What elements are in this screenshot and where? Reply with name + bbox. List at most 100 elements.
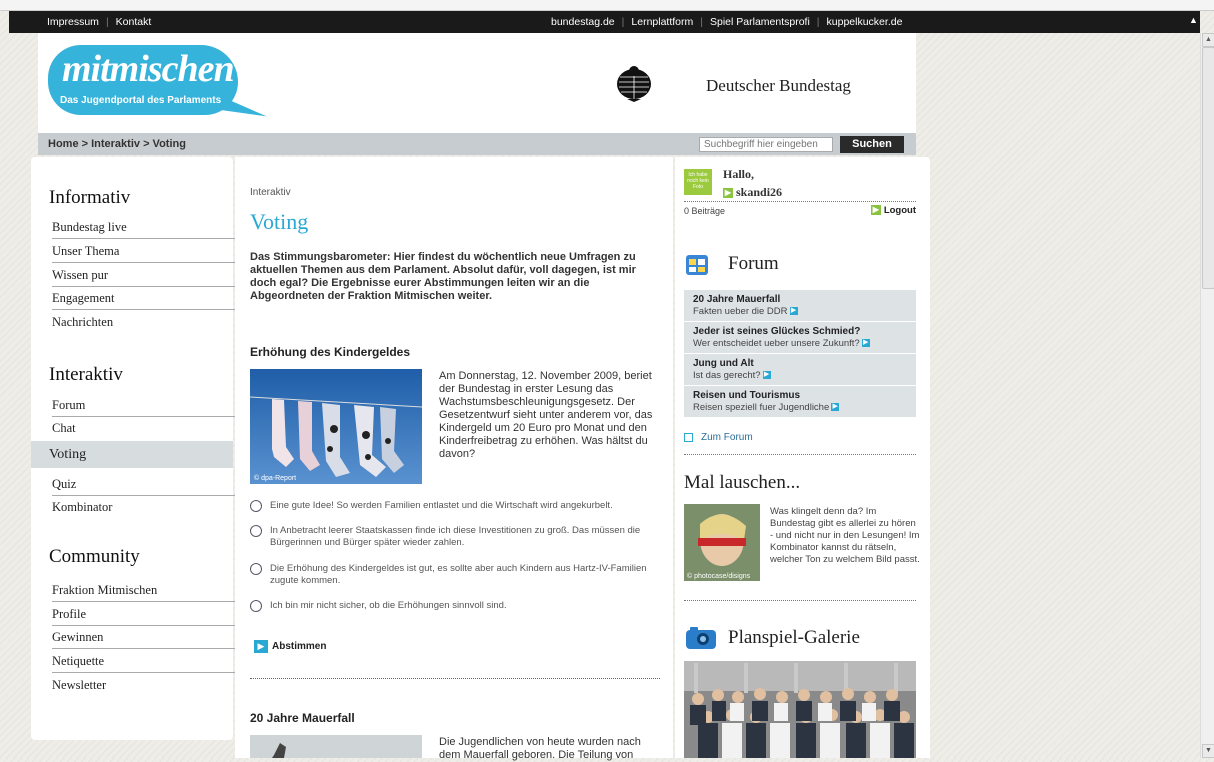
forum-item-sub: Wer entscheidet ueber unsere Zukunft?: [693, 338, 860, 349]
logo-subtitle: Das Jugendportal des Parlaments: [60, 95, 222, 106]
nav-item-newsletter[interactable]: Newsletter: [52, 674, 240, 696]
left-navigation: Informativ Bundestag live Unser Thema Wi…: [31, 157, 240, 740]
scroll-down-button[interactable]: ▼: [1202, 744, 1214, 758]
arrow-right-icon: ▶: [789, 307, 798, 316]
galerie-image[interactable]: [684, 661, 916, 758]
radio-button[interactable]: [250, 525, 262, 537]
nav-item-fraktion-mitmischen[interactable]: Fraktion Mitmischen: [52, 579, 240, 602]
abstimmen-label: Abstimmen: [272, 641, 327, 652]
forum-item-sub: Fakten ueber die DDR: [693, 306, 788, 317]
arrow-right-icon: ▶: [870, 205, 881, 216]
forum-item[interactable]: Jeder ist seines Glückes Schmied? Wer en…: [684, 322, 916, 354]
logout-label: Logout: [883, 205, 916, 216]
vote-option-label: Ich bin mir nicht sicher, ob die Erhöhun…: [270, 600, 507, 611]
search-button[interactable]: Suchen: [840, 136, 904, 153]
lernplattform-link[interactable]: Lernplattform: [631, 16, 693, 28]
arrow-right-icon: ▶: [861, 339, 870, 348]
bundestag-name: Deutscher Bundestag: [706, 76, 851, 95]
top-navigation-bar: Impressum | Kontakt bundestag.de | Lernplatt…: [9, 11, 1200, 33]
image-credit-photocase: © photocase/disigns: [687, 572, 751, 580]
nav-item-nachrichten[interactable]: Nachrichten: [52, 311, 240, 333]
nav-item-quiz[interactable]: Quiz: [52, 473, 240, 496]
nav-item-profile[interactable]: Profile: [52, 603, 240, 626]
vote-option-label: Eine gute Idee! So werden Familien entla…: [270, 500, 613, 511]
forum-title: Forum: [728, 253, 779, 274]
forum-item[interactable]: Reisen und Tourismus Reisen speziell fue…: [684, 386, 916, 418]
scroll-up-button[interactable]: ▲: [1202, 33, 1214, 47]
nav-item-gewinnen[interactable]: Gewinnen: [52, 626, 240, 649]
impressum-link[interactable]: Impressum: [47, 16, 99, 28]
kuppelkucker-link[interactable]: kuppelkucker.de: [827, 16, 903, 28]
nav-item-kombinator[interactable]: Kombinator: [52, 496, 240, 518]
divider: [250, 678, 660, 679]
lauschen-image[interactable]: © photocase/disigns: [684, 504, 760, 581]
radio-button[interactable]: [250, 563, 262, 575]
search-input[interactable]: [699, 137, 833, 152]
greeting: Hallo,: [723, 167, 755, 181]
page-title: Voting: [250, 209, 309, 234]
list-icon: [684, 432, 693, 442]
radio-button[interactable]: [250, 500, 262, 512]
forum-list: 20 Jahre Mauerfall Fakten ueber die DDR ▶…: [684, 290, 916, 418]
camera-icon: [686, 627, 716, 649]
arrow-right-icon: ▶: [762, 371, 771, 380]
zum-forum-link[interactable]: Zum Forum: [684, 432, 753, 443]
forum-item-title: Jeder ist seines Glückes Schmied?: [693, 326, 861, 337]
avatar[interactable]: Ich habe noch kein Foto: [684, 169, 712, 195]
forum-item[interactable]: 20 Jahre Mauerfall Fakten ueber die DDR ▶: [684, 290, 916, 322]
main-content: Interaktiv Voting Das Stimmungsbarometer…: [235, 157, 673, 761]
article-title-kindergeld: Erhöhung des Kindergeldes: [250, 345, 411, 359]
nav-item-voting[interactable]: Voting: [31, 441, 233, 468]
vertical-scrollbar[interactable]: ▲ ▼: [1200, 33, 1214, 758]
nav-item-unser-thema[interactable]: Unser Thema: [52, 240, 240, 263]
radio-button[interactable]: [250, 600, 262, 612]
abstimmen-button[interactable]: ▶ Abstimmen: [254, 640, 326, 653]
section-label: Interaktiv: [250, 187, 291, 198]
intro-text: Das Stimmungsbarometer: Hier findest du …: [250, 251, 636, 302]
article-text-kindergeld: Am Donnerstag, 12. November 2009, beriet…: [439, 370, 653, 460]
right-sidebar: Ich habe noch kein Foto Hallo, ▶ skandi26…: [675, 157, 930, 758]
nav-item-engagement[interactable]: Engagement: [52, 287, 240, 310]
nav-item-forum[interactable]: Forum: [52, 394, 240, 417]
forum-item-title: 20 Jahre Mauerfall: [693, 294, 781, 305]
bundestag-link[interactable]: bundestag.de: [551, 16, 615, 28]
scrollbar-thumb[interactable]: [1202, 47, 1214, 289]
nav-item-netiquette[interactable]: Netiquette: [52, 650, 240, 673]
lauschen-title: Mal lauschen...: [684, 472, 801, 493]
vote-option-label: Die Erhöhung des Kindergeldes ist gut, e…: [270, 563, 647, 586]
breadcrumb[interactable]: Home > Interaktiv > Voting: [48, 138, 186, 150]
kontakt-link[interactable]: Kontakt: [116, 16, 152, 28]
socks-image: © dpa-Report: [250, 369, 422, 484]
user-status-bar: 0 Beiträge ▶ Logout: [684, 201, 916, 219]
nav-section-interaktiv: Interaktiv: [49, 364, 123, 385]
image-credit-dpa: © dpa-Report: [254, 474, 296, 482]
logo-text: mitmischen: [62, 48, 235, 90]
article-title-mauerfall: 20 Jahre Mauerfall: [250, 711, 355, 725]
parlamentsprofi-link[interactable]: Spiel Parlamentsprofi: [710, 16, 810, 28]
nav-section-community: Community: [49, 546, 140, 567]
forum-icon: [686, 255, 708, 275]
username-link[interactable]: ▶ skandi26: [723, 185, 782, 200]
forum-item[interactable]: Jung und Alt Ist das gerecht? ▶: [684, 354, 916, 386]
divider: [684, 454, 916, 455]
zum-forum-label: Zum Forum: [701, 432, 753, 443]
lauschen-text: Was klingelt denn da? Im Bundestag gibt …: [770, 506, 920, 565]
divider: [684, 600, 916, 601]
nav-item-bundestag-live[interactable]: Bundestag live: [52, 216, 240, 239]
arrow-right-icon: ▶: [254, 640, 268, 653]
forum-item-sub: Ist das gerecht?: [693, 370, 761, 381]
nav-item-chat[interactable]: Chat: [52, 417, 240, 439]
article-text-mauerfall: Die Jugendlichen von heute wurden nach d…: [439, 736, 641, 761]
mauerfall-image: [250, 735, 422, 758]
post-count: 0 Beiträge: [684, 206, 726, 216]
chevron-up-icon: ▲: [1189, 15, 1198, 25]
forum-item-title: Reisen und Tourismus: [693, 390, 801, 401]
logout-button[interactable]: ▶ Logout: [870, 205, 916, 216]
galerie-title: Planspiel-Galerie: [728, 627, 860, 648]
nav-item-wissen-pur[interactable]: Wissen pur: [52, 264, 240, 287]
vote-option-label: In Anbetracht leerer Staatskassen finde …: [270, 525, 641, 548]
browser-chrome-strip: [0, 0, 1214, 11]
forum-item-title: Jung und Alt: [693, 358, 754, 369]
site-header: mitmischen Das Jugendportal des Parlamen…: [38, 33, 916, 133]
arrow-right-icon: ▶: [831, 403, 840, 412]
